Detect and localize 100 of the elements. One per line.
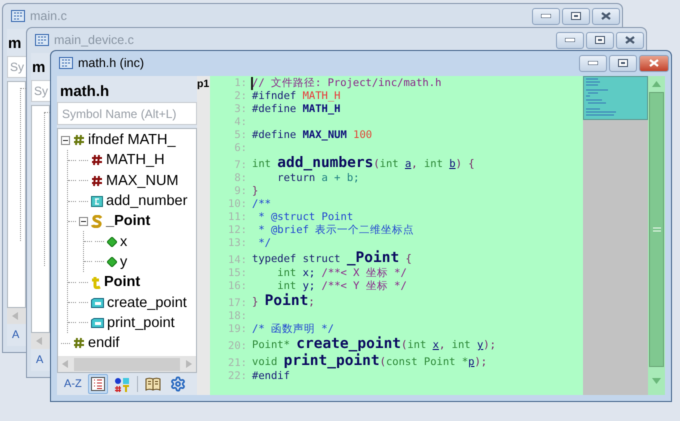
- line-number: 10:: [227, 198, 247, 211]
- minimize-icon: [565, 38, 575, 42]
- maximize-button[interactable]: [562, 8, 590, 24]
- diamond-icon: [107, 256, 117, 267]
- code-line: int add_numbers(int a, int b) {: [252, 155, 475, 172]
- panel-heading: m: [7, 35, 22, 53]
- close-button[interactable]: [616, 32, 644, 48]
- file-icon: [35, 34, 49, 46]
- collapse-icon[interactable]: [79, 216, 88, 226]
- line-number: 8:: [233, 172, 247, 185]
- hash-icon: [73, 134, 85, 146]
- minimize-button[interactable]: [532, 8, 560, 24]
- minimize-icon: [541, 14, 551, 18]
- close-button[interactable]: [592, 8, 620, 24]
- minimize-button[interactable]: [579, 54, 607, 72]
- close-icon: [601, 12, 611, 20]
- list-button[interactable]: [88, 374, 108, 394]
- sort-button[interactable]: A: [36, 354, 44, 366]
- collapse-icon[interactable]: [61, 136, 70, 145]
- close-icon: [649, 59, 659, 67]
- code-line: /**: [252, 198, 271, 211]
- code-line: Point* create_point(int x, int y);: [252, 336, 496, 353]
- line-number: 21:: [227, 357, 247, 370]
- minimap-drawing: [583, 76, 648, 120]
- line-number: 9:: [233, 185, 247, 198]
- prototype-icon: [91, 298, 104, 308]
- line-number: 22:: [227, 370, 247, 383]
- close-icon: [625, 36, 635, 44]
- panel-heading: m: [31, 59, 46, 77]
- grip-icon: [652, 227, 660, 232]
- close-button[interactable]: [639, 54, 669, 72]
- sort-button[interactable]: A: [12, 329, 20, 341]
- tree-item[interactable]: x: [120, 232, 128, 251]
- tree-item[interactable]: endif: [88, 334, 120, 352]
- window-title: main.c: [30, 8, 67, 25]
- restore-icon: [618, 59, 628, 67]
- tree-item[interactable]: MATH_H: [106, 151, 165, 170]
- code-line: return a + b;: [276, 172, 360, 185]
- settings-icon: [170, 376, 186, 392]
- line-number: 16:: [227, 280, 247, 293]
- sort-button[interactable]: A-Z: [61, 374, 85, 394]
- tree-item[interactable]: create_point: [107, 294, 187, 312]
- maximize-button[interactable]: [609, 54, 637, 72]
- function-icon: [91, 196, 103, 207]
- text-cursor: [251, 77, 252, 90]
- search-field[interactable]: Sy: [31, 80, 50, 102]
- code-line: #ifndef MATH_H: [252, 90, 341, 103]
- line-number: 2:: [233, 90, 247, 103]
- window-title: math.h (inc): [78, 54, 144, 72]
- prototype-icon: [91, 318, 104, 328]
- line-number: 11:: [227, 211, 247, 224]
- code-line: #endif: [252, 370, 290, 383]
- tree-item[interactable]: Point: [104, 273, 140, 292]
- line-number: 13:: [227, 237, 247, 250]
- struct-icon: [91, 214, 103, 228]
- line-number: 18:: [227, 310, 247, 323]
- line-number: 19:: [227, 323, 247, 336]
- hash-icon: [91, 174, 103, 187]
- code-line: } Point;: [252, 293, 315, 310]
- side-label: p1: [197, 78, 210, 90]
- code-line: */: [257, 237, 271, 250]
- minimize-button[interactable]: [556, 32, 584, 48]
- file-icon: [59, 57, 73, 69]
- search-field[interactable]: Sy: [7, 56, 26, 78]
- code-line: #define MAX_NUM 100: [252, 129, 372, 142]
- code-line: }: [252, 185, 258, 198]
- code-line: int y; /**< Y 坐标 */: [276, 280, 407, 293]
- code-line: typedef struct _Point {: [252, 250, 412, 267]
- file-icon: [11, 10, 25, 22]
- search-field[interactable]: Symbol Name (Alt+L): [57, 102, 197, 125]
- line-number: 20:: [227, 340, 247, 353]
- line-number: 1:: [233, 77, 247, 90]
- diamond-icon: [107, 236, 117, 247]
- code-line: // 文件路径: Project/inc/math.h: [252, 77, 442, 90]
- panel-heading: math.h: [60, 83, 110, 101]
- code-line: * @brief 表示一个二维坐标点: [257, 224, 414, 237]
- maximize-button[interactable]: [586, 32, 614, 48]
- tree-item[interactable]: print_point: [107, 314, 175, 332]
- code-line: * @struct Point: [257, 211, 354, 224]
- tree-item[interactable]: ifndef MATH_: [88, 131, 176, 150]
- category-icon: [114, 376, 130, 392]
- tree-item[interactable]: _Point: [106, 212, 150, 230]
- line-number: 5:: [233, 129, 247, 142]
- line-number: 4:: [233, 116, 247, 129]
- line-number: 3:: [233, 103, 247, 116]
- line-number: 6:: [233, 142, 247, 155]
- code-line: int x; /**< X 坐标 */: [276, 267, 407, 280]
- tree-item[interactable]: MAX_NUM: [106, 172, 179, 190]
- code-line: void print_point(const Point *p);: [252, 353, 488, 370]
- tree-item[interactable]: add_number: [106, 192, 188, 210]
- line-number: 12:: [227, 224, 247, 237]
- restore-icon: [595, 36, 605, 44]
- window-title: main_device.c: [54, 32, 134, 49]
- hash-icon: [73, 337, 85, 350]
- minimize-icon: [588, 61, 598, 65]
- restore-icon: [571, 12, 581, 20]
- hash-icon: [91, 154, 103, 166]
- tree-item[interactable]: y: [120, 252, 128, 271]
- line-number: 17:: [227, 297, 247, 310]
- line-number: 15:: [227, 267, 247, 280]
